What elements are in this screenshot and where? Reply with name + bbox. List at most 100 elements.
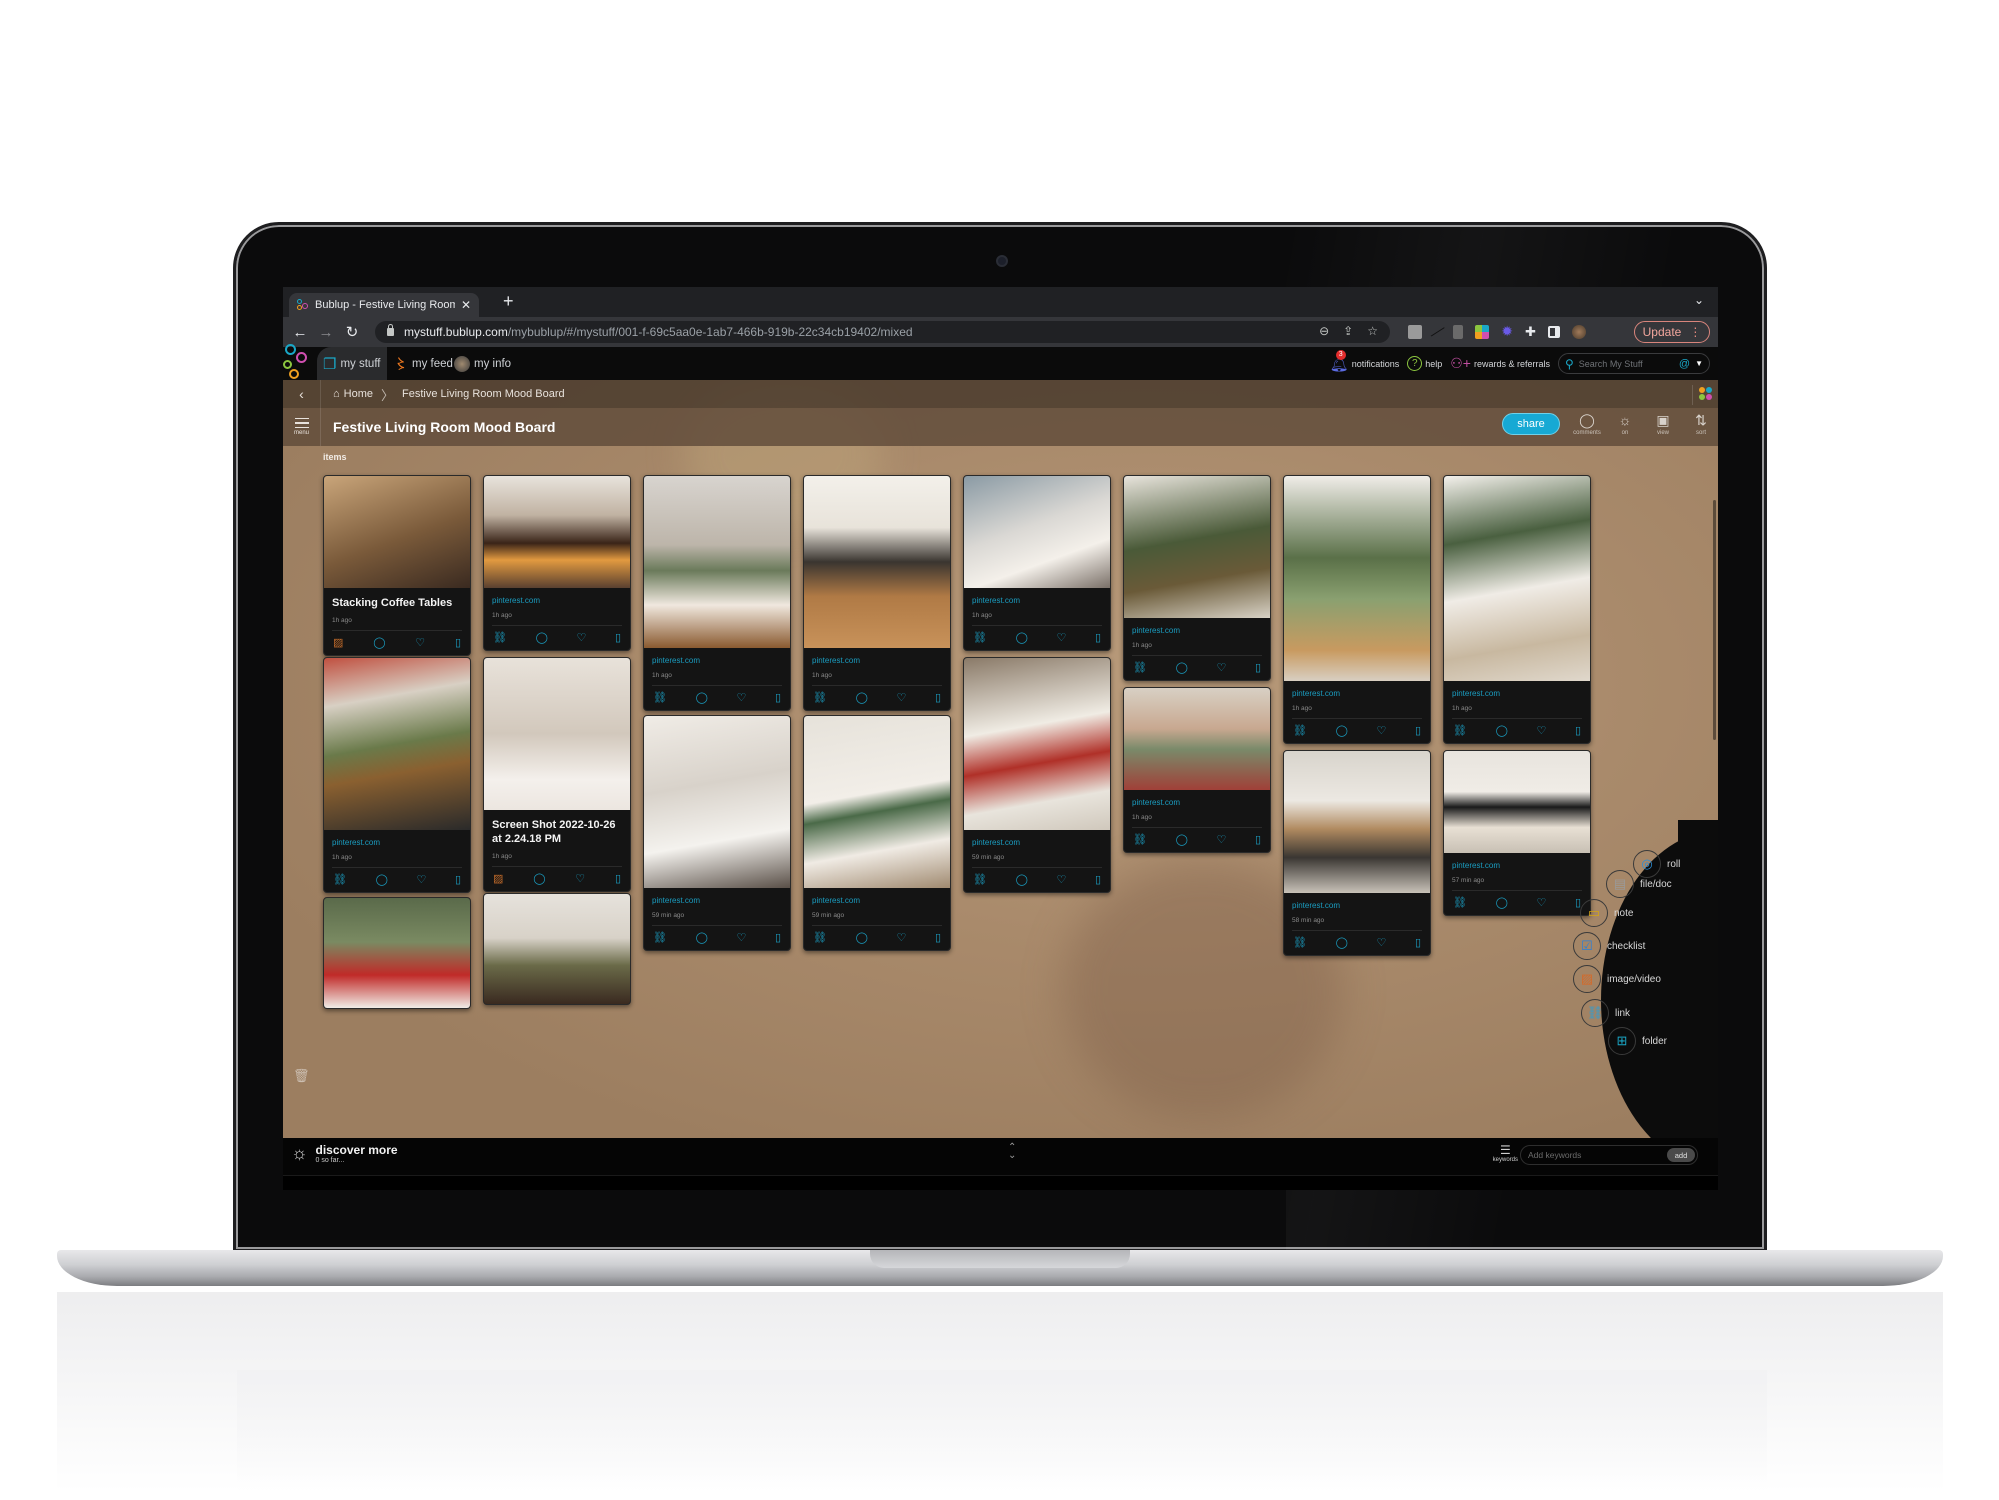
comment-icon[interactable]: ◯ xyxy=(1176,833,1188,846)
card-source-link[interactable]: pinterest.com xyxy=(1452,689,1582,698)
card-thumbnail[interactable] xyxy=(484,894,630,1004)
board-card[interactable]: pinterest.com 1h ago ⛓︎ ◯ ♡ ▯ xyxy=(803,475,951,711)
card-thumbnail[interactable] xyxy=(964,476,1110,588)
board-card[interactable]: pinterest.com 1h ago ⛓︎ ◯ ♡ ▯ xyxy=(963,475,1111,651)
card-thumbnail[interactable] xyxy=(1284,751,1430,893)
expand-chevron-icon[interactable]: ⌃ ⌄ xyxy=(1008,1143,1016,1161)
profile-avatar[interactable] xyxy=(1571,324,1586,339)
book-icon[interactable]: ▯ xyxy=(775,931,781,944)
board-card[interactable]: pinterest.com 1h ago ⛓︎ ◯ ♡ ▯ xyxy=(1123,687,1271,853)
book-icon[interactable]: ▯ xyxy=(1255,661,1261,674)
menu-button[interactable]: menu xyxy=(283,408,321,446)
add-menu-item-image-video[interactable]: ▨ image/video xyxy=(1573,965,1661,993)
scrollbar[interactable] xyxy=(1713,500,1716,740)
heart-plus-icon[interactable]: ♡ xyxy=(896,931,906,944)
book-icon[interactable]: ▯ xyxy=(1575,724,1581,737)
apps-grid-icon[interactable] xyxy=(1692,385,1712,405)
board-card[interactable]: pinterest.com 58 min ago ⛓︎ ◯ ♡ ▯ xyxy=(1283,750,1431,956)
book-icon[interactable]: ▯ xyxy=(935,931,941,944)
card-thumbnail[interactable] xyxy=(644,716,790,888)
search-input[interactable]: ⚲ Search My Stuff @ ▼ xyxy=(1558,353,1710,374)
add-menu-item-folder[interactable]: ⊞ folder xyxy=(1608,1027,1667,1055)
board-card[interactable] xyxy=(483,893,631,1005)
extension-icon[interactable] xyxy=(1408,324,1422,339)
heart-plus-icon[interactable]: ♡ xyxy=(1056,873,1066,886)
back-button[interactable]: ‹ xyxy=(283,380,321,408)
comment-icon[interactable]: ◯ xyxy=(1496,896,1508,909)
tab-my-info[interactable]: my info xyxy=(448,347,517,380)
heart-plus-icon[interactable]: ♡ xyxy=(896,691,906,704)
search-dropdown-icon[interactable]: ▼ xyxy=(1695,359,1703,368)
book-icon[interactable]: ▯ xyxy=(615,631,621,644)
board-card[interactable]: pinterest.com 1h ago ⛓︎ ◯ ♡ ▯ xyxy=(643,475,791,711)
heart-plus-icon[interactable]: ♡ xyxy=(575,872,585,885)
share-page-icon[interactable]: ⇪ xyxy=(1343,324,1353,338)
book-icon[interactable]: ▯ xyxy=(455,636,461,649)
card-source-link[interactable]: pinterest.com xyxy=(812,656,942,665)
view-button[interactable]: ▣ view xyxy=(1652,412,1674,436)
book-icon[interactable]: ▯ xyxy=(1415,724,1421,737)
comment-icon[interactable]: ◯ xyxy=(1016,873,1028,886)
card-thumbnail[interactable] xyxy=(484,658,630,810)
comment-icon[interactable]: ◯ xyxy=(373,636,385,649)
card-thumbnail[interactable] xyxy=(964,658,1110,830)
comment-icon[interactable]: ◯ xyxy=(1336,936,1348,949)
help-button[interactable]: ? help xyxy=(1407,356,1442,371)
card-thumbnail[interactable] xyxy=(804,476,950,648)
heart-plus-icon[interactable]: ♡ xyxy=(1536,896,1546,909)
notifications-button[interactable]: 🔔︎ 3 notifications xyxy=(1330,349,1399,373)
card-source-link[interactable]: pinterest.com xyxy=(1452,861,1582,870)
book-icon[interactable]: ▯ xyxy=(1095,631,1101,644)
heart-plus-icon[interactable]: ♡ xyxy=(1536,724,1546,737)
board-card[interactable]: Stacking Coffee Tables 1h ago ▨ ◯ ♡ ▯ xyxy=(323,475,471,656)
board-card[interactable] xyxy=(323,897,471,1009)
book-icon[interactable]: ▯ xyxy=(1255,833,1261,846)
share-button[interactable]: share xyxy=(1502,413,1560,435)
heart-plus-icon[interactable]: ♡ xyxy=(1376,936,1386,949)
heart-plus-icon[interactable]: ♡ xyxy=(415,636,425,649)
add-keyword-button[interactable]: add xyxy=(1667,1148,1695,1162)
card-thumbnail[interactable] xyxy=(484,476,630,588)
card-thumbnail[interactable] xyxy=(1284,476,1430,681)
board-card[interactable]: pinterest.com 1h ago ⛓︎ ◯ ♡ ▯ xyxy=(323,657,471,893)
card-source-link[interactable]: pinterest.com xyxy=(1132,798,1262,807)
discover-more-button[interactable]: ☼ discover more 0 so far... xyxy=(291,1143,398,1164)
board-card[interactable]: pinterest.com 1h ago ⛓︎ ◯ ♡ ▯ xyxy=(483,475,631,651)
heart-plus-icon[interactable]: ♡ xyxy=(1376,724,1386,737)
heart-plus-icon[interactable]: ♡ xyxy=(736,691,746,704)
bookmark-star-icon[interactable]: ☆ xyxy=(1367,324,1378,338)
comment-icon[interactable]: ◯ xyxy=(696,691,708,704)
zoom-out-icon[interactable]: ⊖ xyxy=(1319,324,1329,338)
tab-my-stuff[interactable]: ❐ my stuff xyxy=(317,347,387,380)
heart-plus-icon[interactable]: ♡ xyxy=(576,631,586,644)
card-source-link[interactable]: pinterest.com xyxy=(1292,689,1422,698)
card-thumbnail[interactable] xyxy=(644,476,790,648)
card-thumbnail[interactable] xyxy=(804,716,950,888)
card-source-link[interactable]: pinterest.com xyxy=(652,656,782,665)
board-card[interactable]: pinterest.com 59 min ago ⛓︎ ◯ ♡ ▯ xyxy=(803,715,951,951)
card-thumbnail[interactable] xyxy=(1124,688,1270,790)
board-card[interactable]: pinterest.com 1h ago ⛓︎ ◯ ♡ ▯ xyxy=(1443,475,1591,744)
card-source-link[interactable]: pinterest.com xyxy=(332,838,462,847)
card-source-link[interactable]: pinterest.com xyxy=(972,596,1102,605)
add-menu-item-note[interactable]: ▭ note xyxy=(1580,899,1633,927)
heart-plus-icon[interactable]: ♡ xyxy=(1056,631,1066,644)
board-card[interactable]: pinterest.com 1h ago ⛓︎ ◯ ♡ ▯ xyxy=(1283,475,1431,744)
comment-icon[interactable]: ◯ xyxy=(696,931,708,944)
side-panel-icon[interactable] xyxy=(1547,325,1560,338)
tab-close-icon[interactable]: ✕ xyxy=(461,298,471,312)
card-thumbnail[interactable] xyxy=(324,476,470,588)
board-card[interactable]: pinterest.com 59 min ago ⛓︎ ◯ ♡ ▯ xyxy=(643,715,791,951)
add-menu-item-file-doc[interactable]: ▤ file/doc xyxy=(1606,870,1672,898)
card-source-link[interactable]: pinterest.com xyxy=(1132,626,1262,635)
reload-icon[interactable]: ↻ xyxy=(339,323,365,341)
comment-icon[interactable]: ◯ xyxy=(536,631,548,644)
comment-icon[interactable]: ◯ xyxy=(856,691,868,704)
card-thumbnail[interactable] xyxy=(1444,751,1590,853)
pen-extension-icon[interactable]: ╱ xyxy=(1431,324,1444,340)
book-icon[interactable]: ▯ xyxy=(775,691,781,704)
book-icon[interactable]: ▯ xyxy=(615,872,621,885)
add-menu-item-link[interactable]: ⛓︎ link xyxy=(1581,999,1630,1027)
board-card[interactable]: Screen Shot 2022-10-26 at 2.24.18 PM 1h a… xyxy=(483,657,631,892)
card-thumbnail[interactable] xyxy=(324,658,470,830)
